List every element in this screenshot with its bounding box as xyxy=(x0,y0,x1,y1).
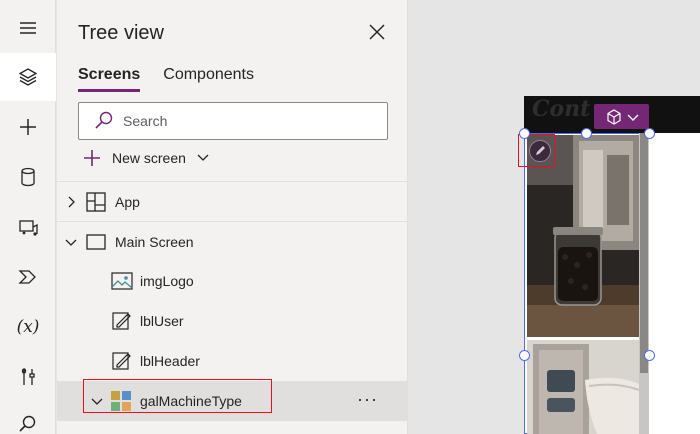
close-icon[interactable] xyxy=(367,22,387,42)
power-apps-studio: (𝑥) Tree view Screens Components New scr… xyxy=(0,0,700,434)
chevron-down-icon xyxy=(627,114,638,121)
new-screen-label: New screen xyxy=(112,150,186,166)
tab-components[interactable]: Components xyxy=(163,66,254,92)
resize-handle[interactable] xyxy=(644,350,655,361)
tree-item-lblheader[interactable]: lblHeader xyxy=(57,341,408,381)
variables-icon[interactable]: (𝑥) xyxy=(0,303,56,351)
tree-item-lbluser[interactable]: lblUser xyxy=(57,301,408,341)
chevron-right-icon[interactable] xyxy=(65,196,77,208)
plus-icon[interactable] xyxy=(0,103,56,151)
new-screen-button[interactable]: New screen xyxy=(82,148,210,168)
search-box[interactable] xyxy=(78,102,388,140)
image-icon xyxy=(111,272,133,290)
espresso-machine-image xyxy=(527,340,639,434)
screen-icon xyxy=(86,234,106,250)
hamburger-icon[interactable] xyxy=(0,4,56,52)
tree-item-app[interactable]: App xyxy=(57,181,408,221)
database-icon[interactable] xyxy=(0,153,56,201)
chevron-down-icon[interactable] xyxy=(65,236,77,248)
logo-text: Cont xyxy=(532,96,591,122)
tools-icon[interactable] xyxy=(0,353,56,401)
resize-handle[interactable] xyxy=(519,350,530,361)
plus-icon xyxy=(84,150,100,166)
tabs: Screens Components xyxy=(78,66,254,92)
gallery-scrollbar-thumb[interactable] xyxy=(640,133,648,373)
tree-item-main-screen[interactable]: Main Screen xyxy=(57,221,408,261)
tree-item-label: App xyxy=(115,193,140,210)
search-icon[interactable] xyxy=(0,400,56,434)
cube-icon xyxy=(606,108,621,125)
tree-item-label: imgLogo xyxy=(140,273,194,289)
resize-handle[interactable] xyxy=(581,128,592,139)
resize-handle[interactable] xyxy=(519,128,530,139)
tree-item-imglogo[interactable]: imgLogo xyxy=(57,261,408,301)
left-rail: (𝑥) xyxy=(0,0,56,434)
tree-view-panel: Tree view Screens Components New screen … xyxy=(57,0,408,434)
component-menu-button[interactable] xyxy=(594,104,649,129)
power-automate-icon[interactable] xyxy=(0,253,56,301)
search-icon xyxy=(95,111,113,129)
search-input[interactable] xyxy=(123,113,373,129)
resize-handle[interactable] xyxy=(644,128,655,139)
tab-screens[interactable]: Screens xyxy=(78,66,141,92)
tree-item-label: lblUser xyxy=(140,313,184,329)
highlight-box xyxy=(83,379,272,413)
tree-item-label: Main Screen xyxy=(115,233,194,250)
media-icon[interactable] xyxy=(0,203,56,251)
tree-item-label: lblHeader xyxy=(140,353,200,369)
edit-label-icon xyxy=(112,312,131,330)
panel-title: Tree view xyxy=(78,22,164,44)
edit-label-icon xyxy=(112,352,131,370)
more-options-icon[interactable]: ··· xyxy=(357,389,378,410)
app-icon xyxy=(86,192,106,212)
layers-icon[interactable] xyxy=(0,53,56,101)
chevron-down-icon xyxy=(197,154,209,161)
